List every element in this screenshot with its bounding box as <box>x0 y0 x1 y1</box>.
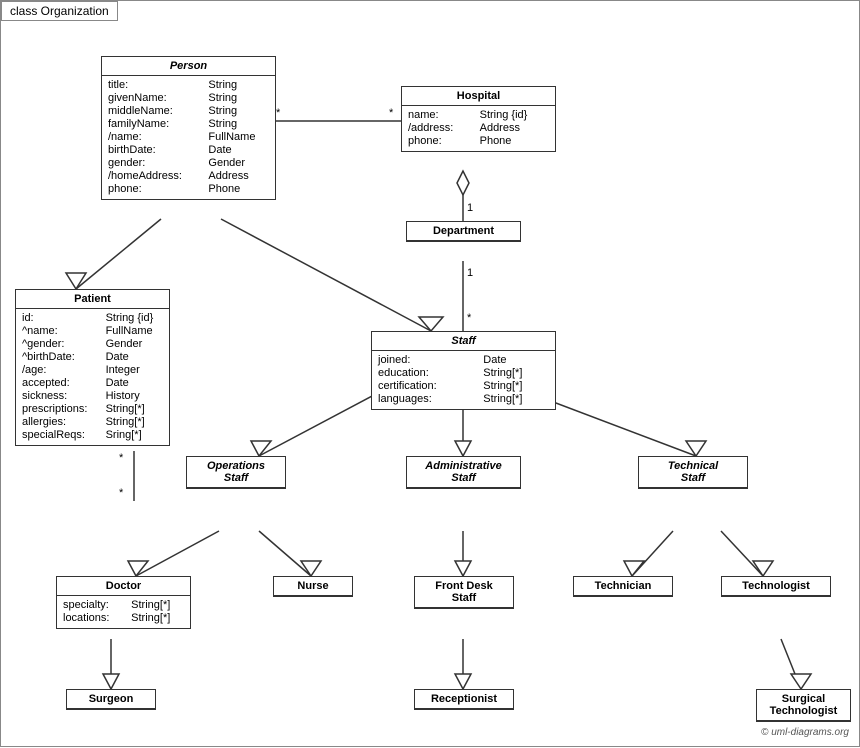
svg-text:1: 1 <box>467 202 473 214</box>
class-front-desk-staff: Front Desk Staff <box>414 576 514 609</box>
diagram-title: class Organization <box>1 1 118 21</box>
class-doctor: Doctor specialty:String[*] locations:Str… <box>56 576 191 629</box>
class-technologist-header: Technologist <box>722 577 830 596</box>
class-front-desk-staff-header: Front Desk Staff <box>415 577 513 608</box>
class-technologist: Technologist <box>721 576 831 597</box>
svg-text:*: * <box>119 487 124 499</box>
class-hospital-body: name:String {id} /address:Address phone:… <box>402 106 555 151</box>
class-operations-staff-header: Operations Staff <box>187 457 285 488</box>
class-surgeon: Surgeon <box>66 689 156 710</box>
svg-text:*: * <box>389 107 394 119</box>
class-administrative-staff-header: Administrative Staff <box>407 457 520 488</box>
svg-text:*: * <box>276 107 281 119</box>
class-department: Department <box>406 221 521 242</box>
class-patient-body: id:String {id} ^name:FullName ^gender:Ge… <box>16 309 169 445</box>
svg-text:*: * <box>119 452 124 464</box>
class-technical-staff-header: Technical Staff <box>639 457 747 488</box>
diagram-container: class Organization * * 1 * 1 * * * <box>0 0 860 747</box>
class-staff-body: joined:Date education:String[*] certific… <box>372 351 555 409</box>
class-patient: Patient id:String {id} ^name:FullName ^g… <box>15 289 170 446</box>
class-administrative-staff: Administrative Staff <box>406 456 521 489</box>
class-person-body: title:String givenName:String middleName… <box>102 76 275 199</box>
class-technician: Technician <box>573 576 673 597</box>
class-department-header: Department <box>407 222 520 241</box>
class-operations-staff: Operations Staff <box>186 456 286 489</box>
class-receptionist: Receptionist <box>414 689 514 710</box>
class-doctor-header: Doctor <box>57 577 190 596</box>
class-technician-header: Technician <box>574 577 672 596</box>
class-staff-header: Staff <box>372 332 555 351</box>
class-nurse: Nurse <box>273 576 353 597</box>
class-surgical-technologist-header: Surgical Technologist <box>757 690 850 721</box>
class-nurse-header: Nurse <box>274 577 352 596</box>
class-hospital-header: Hospital <box>402 87 555 106</box>
class-surgeon-header: Surgeon <box>67 690 155 709</box>
class-technical-staff: Technical Staff <box>638 456 748 489</box>
class-hospital: Hospital name:String {id} /address:Addre… <box>401 86 556 152</box>
class-staff: Staff joined:Date education:String[*] ce… <box>371 331 556 410</box>
watermark: © uml-diagrams.org <box>761 727 849 738</box>
class-patient-header: Patient <box>16 290 169 309</box>
class-person-header: Person <box>102 57 275 76</box>
svg-text:1: 1 <box>467 267 473 279</box>
svg-text:*: * <box>467 312 472 324</box>
class-receptionist-header: Receptionist <box>415 690 513 709</box>
class-surgical-technologist: Surgical Technologist <box>756 689 851 722</box>
class-person: Person title:String givenName:String mid… <box>101 56 276 200</box>
class-doctor-body: specialty:String[*] locations:String[*] <box>57 596 190 628</box>
